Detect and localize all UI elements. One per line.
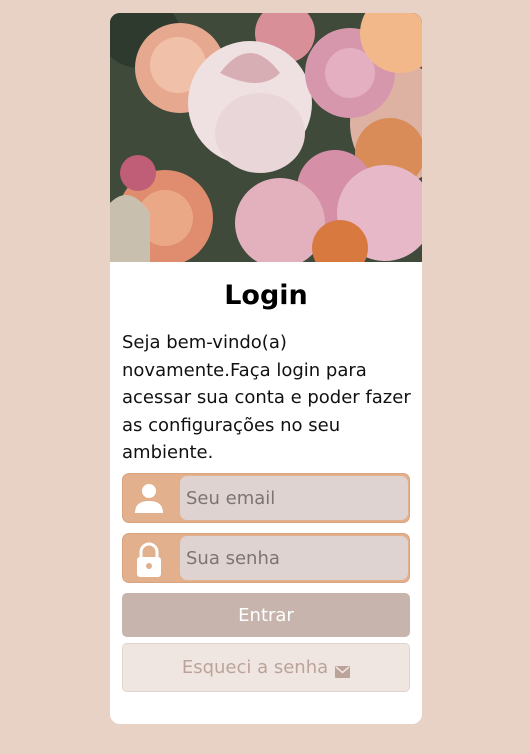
forgot-password-button[interactable]: Esqueci a senha [122,643,410,692]
mail-icon [335,662,351,678]
forgot-password-label: Esqueci a senha [181,657,329,678]
email-field-group [122,473,410,523]
page-title: Login [224,280,308,311]
password-field-group [122,533,410,583]
flowers-image [110,13,422,262]
welcome-text: Seja bem-vindo(a) novamente.Faça login p… [122,332,411,463]
email-input[interactable] [180,476,408,520]
submit-button-label: Entrar [238,604,294,626]
person-icon [129,479,169,519]
lock-icon [129,539,169,579]
password-input[interactable] [180,536,408,580]
submit-button[interactable]: Entrar [122,593,410,637]
login-card: Login Seja bem-vindo(a) novamente.Faça l… [110,13,422,724]
